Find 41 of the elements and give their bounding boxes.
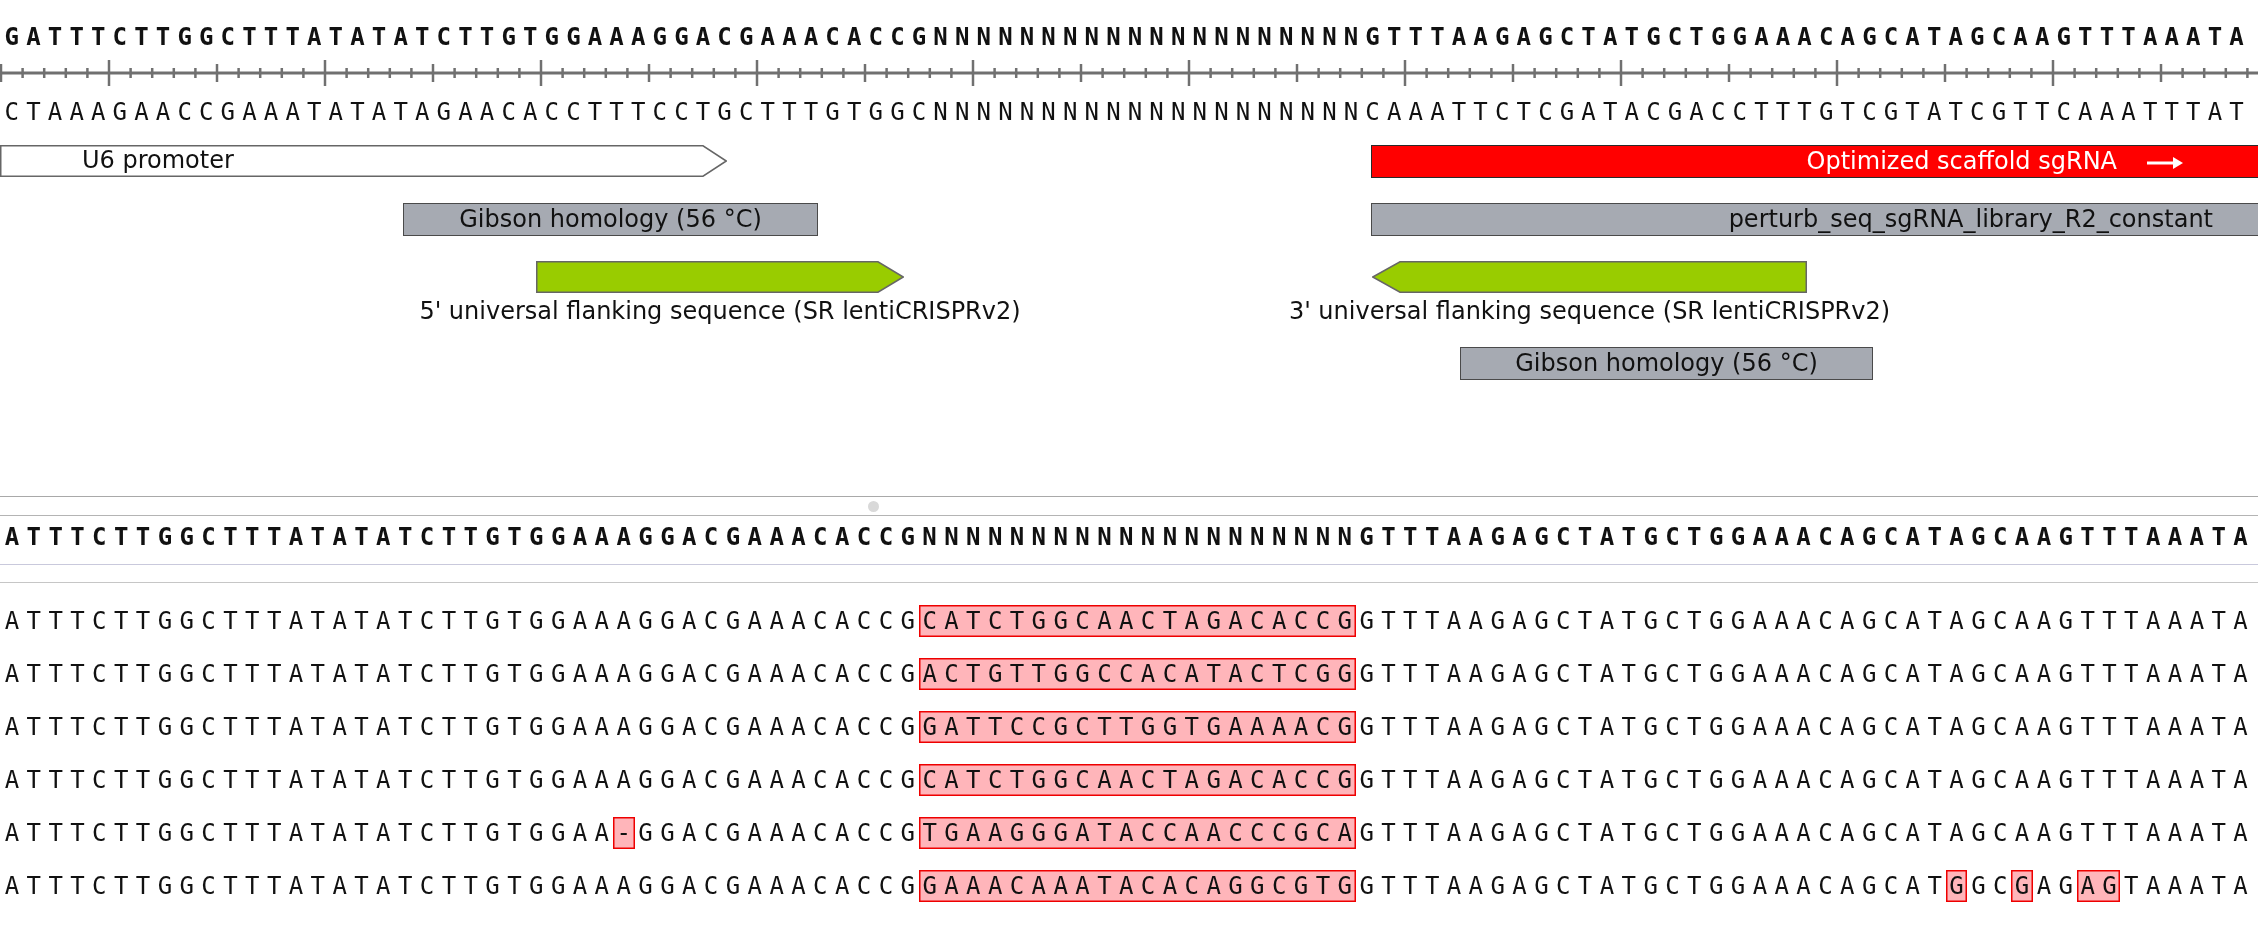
- feature-label: 5' universal flanking sequence (SR lentiCRISPRv2): [419, 296, 1021, 326]
- feature-bar[interactable]: perturb_seq_sgRNA_library_R2_constant: [1371, 203, 2258, 236]
- read-sequence: AG: [2035, 870, 2077, 902]
- read-sequence: ATTTCTTGGCTTTATATATCTTGTGGAAAGGACGAAACACCG: [3, 605, 919, 637]
- feature-bar[interactable]: Gibson homology (56 °C): [1460, 347, 1873, 380]
- read-sequence: ATTTCTTGGCTTTATATATCTTGTGGAAAGGACGAAACACCG: [3, 658, 919, 690]
- mismatch-highlight: TGAAGGGATACCAACCCGCA: [918, 816, 1356, 849]
- mismatch-highlight: G: [2011, 869, 2033, 902]
- bottom-strand-sequence: CTAAAGAACCGAAATATATAGAACACCTTTCCTGCTTTGTGGCNNNNNNNNNNNNNNNNNNNNCAAATTCTCGATACGACCTTTGTCGTATCGTTCAAATTTAT: [3, 97, 2251, 127]
- read-sequence: TAAATA: [2123, 870, 2252, 902]
- reference-sequence: ATTTCTTGGCTTTATATATCTTGTGGAAAGGACGAAACACCGNNNNNNNNNNNNNNNNNNNNGTTTAAGAGCTATGCTGGAAACAGCATAGCAAGTTTAAATA: [3, 522, 2256, 552]
- feature-label: 3' universal flanking sequence (SR lentiCRISPRv2): [1288, 296, 1891, 326]
- read-sequence: GGACGAAACACCG: [637, 817, 919, 849]
- feature-label: Gibson homology (56 °C): [459, 205, 762, 234]
- mismatch-highlight: CATCTGGCAACTAGACACCG: [918, 763, 1356, 796]
- feature-label: U6 promoter: [82, 146, 234, 175]
- read-sequence: GTTTAAGAGCTATGCTGGAAACAGCATAGCAAGTTTAAATA: [1358, 817, 2252, 849]
- mismatch-highlight: GATTCCGCTTGGTGAAAACG: [918, 710, 1356, 743]
- drag-handle-icon[interactable]: [868, 500, 879, 512]
- read-sequence: GTTTAAGAGCTATGCTGGAAACAGCATAGCAAGTTTAAATA: [1358, 658, 2252, 690]
- feature-label: Optimized scaffold sgRNA: [1806, 147, 2117, 176]
- feature-label: Gibson homology (56 °C): [1515, 349, 1818, 378]
- read-sequence: ATTTCTTGGCTTTATATATCTTGTGGAAAGGACGAAACACCG: [3, 764, 919, 796]
- feature-label: perturb_seq_sgRNA_library_R2_constant: [1728, 205, 2213, 234]
- mismatch-highlight: AG: [2076, 869, 2121, 902]
- read-sequence: GTTTAAGAGCTATGCTGGAAACAGCATAGCAAGTTTAAATA: [1358, 764, 2252, 796]
- mismatch-highlight: -: [612, 816, 635, 849]
- read-sequence: GC: [1970, 870, 2012, 902]
- read-sequence: GTTTAAGAGCTATGCTGGAAACAGCATAGCAAGTTTAAATA: [1358, 711, 2252, 743]
- mismatch-highlight: CATCTGGCAACTAGACACCG: [918, 604, 1356, 637]
- read-sequence: GTTTAAGAGCTATGCTGGAAACAGCAT: [1358, 870, 1946, 902]
- read-sequence: GTTTAAGAGCTATGCTGGAAACAGCATAGCAAGTTTAAATA: [1358, 605, 2252, 637]
- read-sequence: ATTTCTTGGCTTTATATATCTTGTGGAAAGGACGAAACACCG: [3, 870, 919, 902]
- feature-bar[interactable]: Optimized scaffold sgRNA: [1371, 145, 2258, 178]
- read-sequence: ATTTCTTGGCTTTATATATCTTGTGGAAAGGACGAAACACCG: [3, 711, 919, 743]
- mismatch-highlight: ACTGTTGGCCACATACTCGG: [918, 657, 1356, 690]
- mismatch-highlight: G: [1945, 869, 1968, 902]
- mismatch-highlight: GAAACAAATACACAGGCGTG: [918, 869, 1356, 902]
- feature-bar[interactable]: Gibson homology (56 °C): [403, 203, 818, 236]
- top-strand-sequence: GATTTCTTGGCTTTATATATCTTGTGGAAAGGACGAAACACCGNNNNNNNNNNNNNNNNNNNNGTTTAAGAGCTATGCTGGAAACAGCATAGCAAGTTTAAATA: [3, 22, 2251, 52]
- read-sequence: ATTTCTTGGCTTTATATATCTTGTGGAA: [3, 817, 613, 849]
